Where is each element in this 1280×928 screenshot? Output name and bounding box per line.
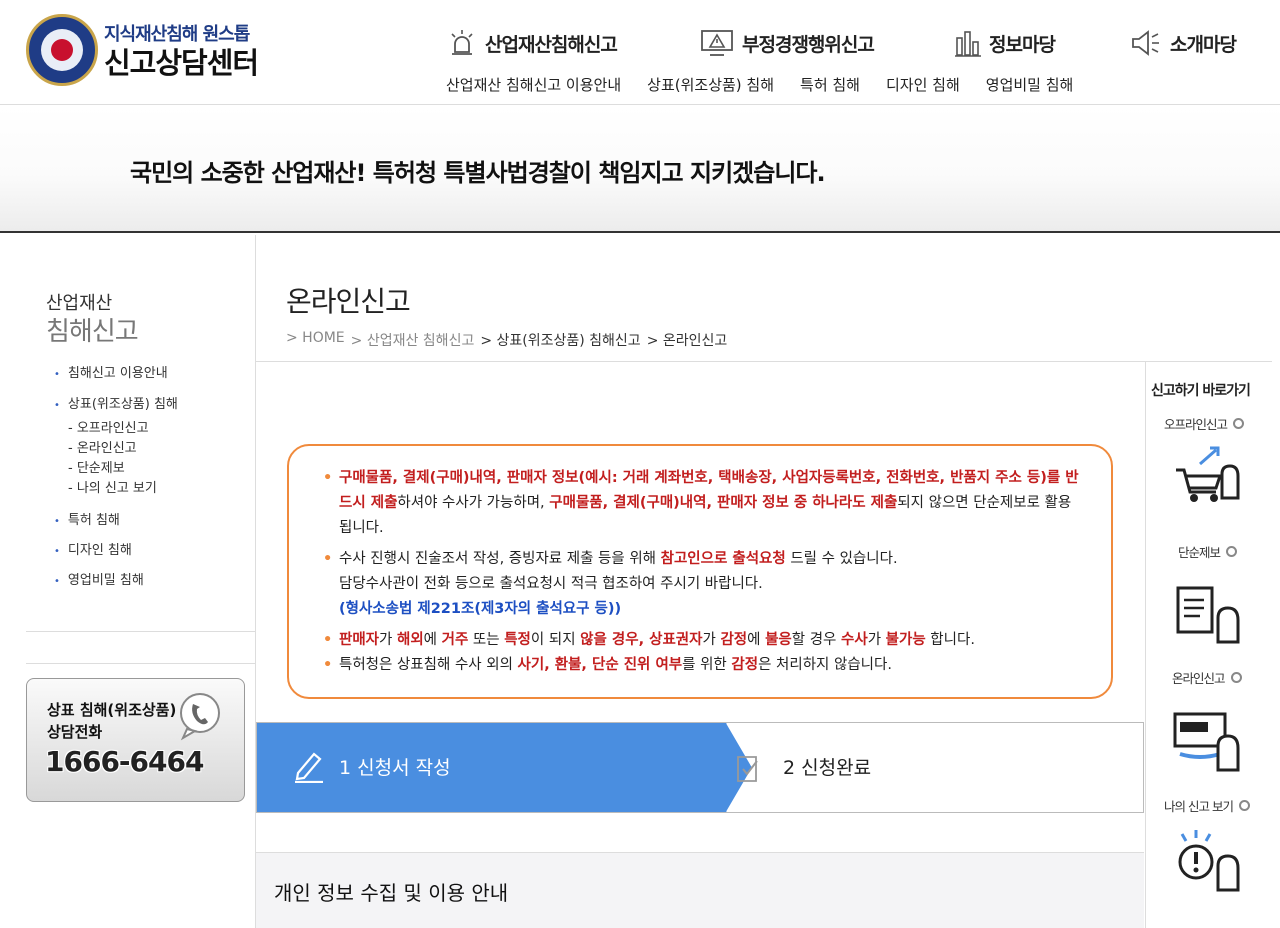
phone-label-line2: 상담전화 [47,723,103,741]
arrow-circle-icon [1230,672,1242,683]
gnb-label: 정보마당 [989,33,1056,56]
gnb-info[interactable]: 정보마당 [955,28,1056,58]
phone-consult-box: 상표 침해(위조상품) 상담전화 1666-6464 [26,678,245,802]
gnb-about[interactable]: 소개마당 [1130,28,1237,58]
cart-report-icon[interactable] [1172,436,1242,506]
quick-offline-label[interactable]: 오프라인신고 [1164,414,1245,433]
sub-navigation: 산업재산 침해신고 이용안내 상표(위조상품) 침해 특허 침해 디자인 침해 … [446,74,1099,95]
left-sidebar: 산업재산 침해신고 침해신고 이용안내 상표(위조상품) 침해 - 오프라인신고… [0,235,256,928]
gnb-unfair-competition-report[interactable]: 부정경쟁행위신고 [700,28,875,58]
sidebar-subitem-tip[interactable]: - 단순제보 [68,457,125,476]
sidebar-title-large: 침해신고 [46,317,139,347]
step-1-active [257,723,727,812]
notice-item-4: • 특허청은 상표침해 수사 외의 사기, 환불, 단순 진위 여부를 위한 감정… [323,657,892,673]
banner-slogan: 국민의 소중한 산업재산! 특허청 특별사법경찰이 책임지고 지키겠습니다. [130,159,826,187]
notice-box: • 구매물품, 결제(구매)내역, 판매자 정보(예시: 거래 계좌번호, 택배송… [287,444,1113,699]
clipboard-report-icon[interactable] [1174,584,1244,646]
privacy-title: 개인 정보 수집 및 이용 안내 [274,881,509,905]
question-person-icon[interactable] [1174,828,1246,894]
gnb-label: 부정경쟁행위신고 [742,33,875,56]
gnb-label: 소개마당 [1170,33,1237,56]
phone-number: 1666-6464 [45,745,204,778]
site-logo[interactable]: 지식재산침해 원스톱 신고상담센터 [26,14,259,86]
site-header: 지식재산침해 원스톱 신고상담센터 산업재산침해신고 부정경쟁행위신고 정보마당… [0,0,1280,105]
gnb-label: 산업재산침해신고 [485,33,618,56]
quick-tip-label[interactable]: 단순제보 [1178,542,1238,561]
subnav-item[interactable]: 산업재산 침해신고 이용안내 [446,74,621,95]
progress-steps: 1 신청서 작성 2 신청완료 [256,722,1144,813]
subnav-item[interactable]: 특허 침해 [800,74,860,95]
bar-chart-icon [955,31,981,57]
kipo-seal-logo [26,14,98,86]
privacy-section: 개인 정보 수집 및 이용 안내 [256,852,1144,928]
breadcrumb-home[interactable]: > HOME [286,330,345,350]
subnav-item[interactable]: 상표(위조상품) 침해 [647,74,774,95]
content-divider [256,361,1272,362]
sidebar-subitem-offline[interactable]: - 오프라인신고 [68,417,149,436]
quick-online-label[interactable]: 온라인신고 [1172,668,1242,687]
sidebar-item-trademark[interactable]: 상표(위조상품) 침해 [54,393,178,412]
quick-menu-title: 신고하기 바로가기 [1151,383,1251,399]
sidebar-subitem-online[interactable]: - 온라인신고 [68,437,137,456]
arrow-circle-icon [1238,800,1250,811]
sidebar-item-patent[interactable]: 특허 침해 [54,509,120,528]
logo-line1: 지식재산침해 원스톱 [104,24,250,45]
breadcrumb-item[interactable]: > 산업재산 침해신고 [351,330,475,350]
quick-menu: 신고하기 바로가기 오프라인신고 단순제보 온라인신고 나의 신고 보기 [1145,362,1272,928]
step-1-label: 1 신청서 작성 [339,757,451,779]
breadcrumb-current: > 온라인신고 [646,333,728,349]
phone-bubble-icon [180,693,220,741]
subnav-item[interactable]: 영업비밀 침해 [986,74,1074,95]
sidebar-item-trade-secret[interactable]: 영업비밀 침해 [54,569,144,588]
gnb-industrial-report[interactable]: 산업재산침해신고 [447,28,618,58]
phone-label-line1: 상표 침해(위조상품) [47,701,177,719]
megaphone-icon [1132,30,1159,56]
logo-line2: 신고상담센터 [104,46,259,80]
arrow-circle-icon [1226,546,1238,557]
notice-item-1: • 구매물품, 결제(구매)내역, 판매자 정보(예시: 거래 계좌번호, 택배송… [323,470,1079,536]
sidebar-divider [26,631,256,632]
notice-item-3: • 판매자가 해외에 거주 또는 특정이 되지 않을 경우, 상표권자가 감정에 … [323,632,975,648]
sidebar-item-guide[interactable]: 침해신고 이용안내 [54,362,168,381]
arrow-circle-icon [1233,418,1245,429]
shopping-monitor-icon[interactable] [1172,710,1244,774]
alarm-light-icon [451,30,473,55]
breadcrumb: > HOME > 산업재산 침해신고 > 상표(위조상품) 침해신고 > 온라인… [286,330,733,350]
quick-my-reports-label[interactable]: 나의 신고 보기 [1164,796,1250,815]
slogan-banner: 국민의 소중한 산업재산! 특허청 특별사법경찰이 책임지고 지키겠습니다. [0,106,1280,233]
sidebar-divider [26,663,256,664]
sidebar-subitem-my-reports[interactable]: - 나의 신고 보기 [68,477,157,496]
notice-item-2: • 수사 진행시 진술조서 작성, 증빙자료 제출 등을 위해 참고인으로 출석요… [323,551,898,617]
pencil-icon [295,752,323,783]
warning-monitor-icon [701,30,733,56]
page-title: 온라인신고 [286,285,411,318]
document-check-icon [737,756,758,782]
step-2-label: 2 신청완료 [783,757,872,779]
sidebar-item-design[interactable]: 디자인 침해 [54,539,132,558]
breadcrumb-item[interactable]: > 상표(위조상품) 침해신고 [480,330,640,350]
subnav-item[interactable]: 디자인 침해 [886,74,960,95]
law-reference: (형사소송법 제221조(제3자의 출석요구 등)) [339,601,622,617]
